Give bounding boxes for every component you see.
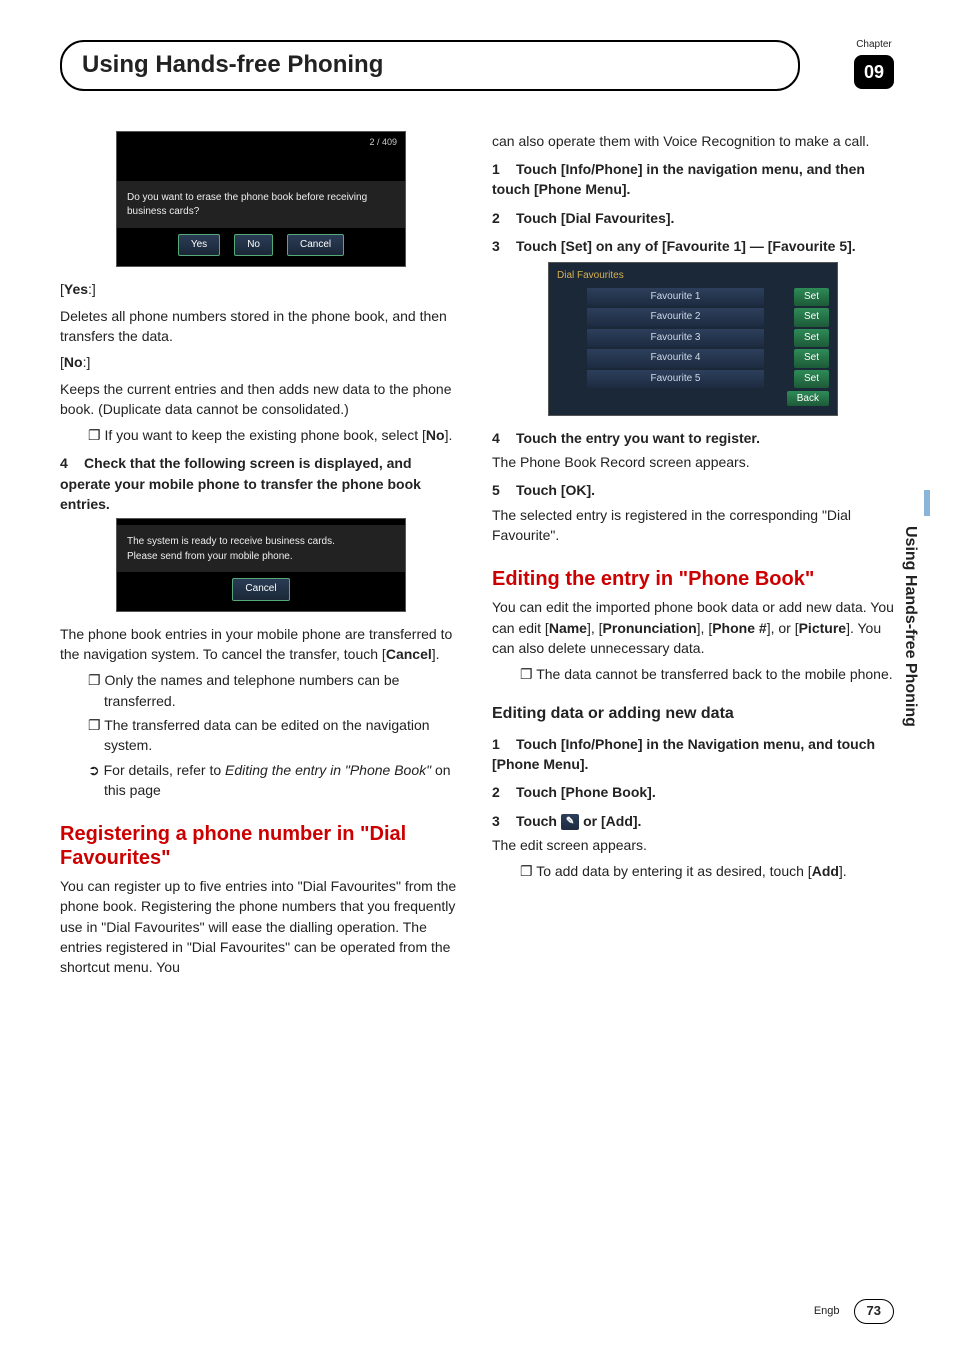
heading-editing-phone-book: Editing the entry in "Phone Book": [492, 567, 894, 591]
transfer-bullet-1: Only the names and telephone numbers can…: [88, 670, 462, 711]
favourite-row-5: Favourite 5Set: [557, 370, 829, 389]
set-button[interactable]: Set: [794, 308, 829, 327]
page-footer: Engb 73: [814, 1299, 894, 1324]
edit-step-3-bullet: To add data by entering it as desired, t…: [520, 861, 894, 881]
set-button[interactable]: Set: [794, 329, 829, 348]
screenshot-message: Do you want to erase the phone book befo…: [117, 181, 405, 228]
transfer-desc: The phone book entries in your mobile ph…: [60, 624, 462, 665]
favourite-row-4: Favourite 4Set: [557, 349, 829, 368]
edit-icon: ✎: [561, 814, 579, 831]
step-4: 4Check that the following screen is disp…: [60, 453, 462, 514]
set-button[interactable]: Set: [794, 370, 829, 389]
reg-step-3: 3Touch [Set] on any of [Favourite 1] — […: [492, 236, 894, 256]
register-desc-cont: can also operate them with Voice Recogni…: [492, 131, 894, 151]
set-button[interactable]: Set: [794, 349, 829, 368]
cancel-button[interactable]: Cancel: [287, 234, 344, 257]
edit-desc: You can edit the imported phone book dat…: [492, 597, 894, 658]
edit-step-1: 1Touch [Info/Phone] in the Navigation me…: [492, 734, 894, 775]
reg-step-5: 5Touch [OK].: [492, 480, 894, 500]
yes-option-line: [Yes:]: [60, 279, 462, 299]
right-column: can also operate them with Voice Recogni…: [492, 131, 894, 984]
yes-term: Yes: [64, 281, 88, 297]
page-number: 73: [854, 1299, 894, 1324]
edit-step-2: 2Touch [Phone Book].: [492, 782, 894, 802]
edit-step-3: 3Touch ✎ or [Add].: [492, 811, 894, 831]
screenshot-ready-receive: The system is ready to receive business …: [116, 518, 406, 612]
heading-register-dial-favourites: Registering a phone number in "Dial Favo…: [60, 822, 462, 870]
page-title-container: Using Hands-free Phoning: [60, 40, 800, 91]
transfer-bullet-2: The transferred data can be edited on th…: [88, 715, 462, 756]
no-button[interactable]: No: [234, 234, 273, 257]
reg-step-4: 4Touch the entry you want to register.: [492, 428, 894, 448]
reg-step-1: 1Touch [Info/Phone] in the navigation me…: [492, 159, 894, 200]
cancel-button[interactable]: Cancel: [232, 578, 289, 601]
footer-lang: Engb: [814, 1304, 840, 1320]
screenshot-dial-favourites: Dial Favourites Favourite 1Set Favourite…: [548, 262, 838, 416]
no-desc: Keeps the current entries and then adds …: [60, 379, 462, 420]
yes-desc: Deletes all phone numbers stored in the …: [60, 306, 462, 347]
reg-step-4-after: The Phone Book Record screen appears.: [492, 452, 894, 472]
screenshot-ready-msg: The system is ready to receive business …: [117, 525, 405, 572]
yes-button[interactable]: Yes: [178, 234, 220, 257]
screenshot-counter: 2 / 409: [117, 132, 405, 153]
screenshot-title: Dial Favourites: [557, 269, 829, 284]
favourite-row-2: Favourite 2Set: [557, 308, 829, 327]
no-option-line: [No:]: [60, 352, 462, 372]
side-accent-bar: [924, 490, 930, 516]
screenshot-erase-prompt: 2 / 409 Do you want to erase the phone b…: [116, 131, 406, 268]
heading-editing-adding-data: Editing data or adding new data: [492, 702, 894, 725]
favourite-row-1: Favourite 1Set: [557, 288, 829, 307]
reg-step-2: 2Touch [Dial Favourites].: [492, 208, 894, 228]
transfer-crossref: For details, refer to Editing the entry …: [104, 760, 462, 801]
back-button[interactable]: Back: [787, 391, 829, 406]
left-column: 2 / 409 Do you want to erase the phone b…: [60, 131, 462, 984]
page-title: Using Hands-free Phoning: [82, 48, 778, 83]
side-tab-label: Using Hands-free Phoning: [897, 520, 924, 733]
reg-step-5-after: The selected entry is registered in the …: [492, 505, 894, 546]
set-button[interactable]: Set: [794, 288, 829, 307]
no-bullet: If you want to keep the existing phone b…: [88, 425, 462, 445]
edit-bullet: The data cannot be transferred back to t…: [520, 664, 894, 684]
register-desc: You can register up to five entries into…: [60, 876, 462, 977]
favourite-row-3: Favourite 3Set: [557, 329, 829, 348]
chapter-number: 09: [854, 55, 894, 89]
edit-step-3-after: The edit screen appears.: [492, 835, 894, 855]
chapter-label: Chapter: [854, 38, 894, 53]
no-term: No: [64, 354, 83, 370]
chapter-tab: Chapter 09: [854, 38, 894, 89]
